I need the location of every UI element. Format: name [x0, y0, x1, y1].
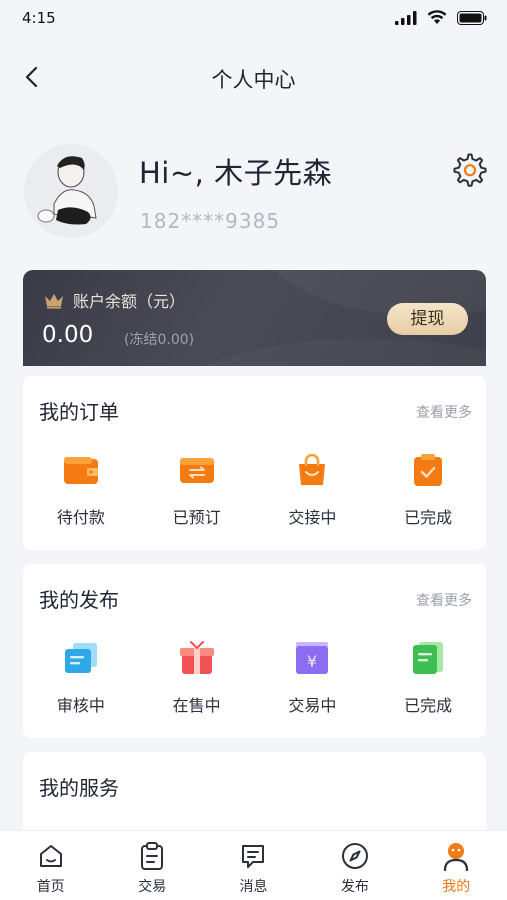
order-item-label: 待付款: [56, 508, 105, 527]
post-item-trading[interactable]: ¥ 交易中: [255, 640, 371, 716]
wallet-icon: [63, 457, 98, 484]
post-item-label: 交易中: [288, 696, 337, 715]
clipboard-check-icon: [414, 454, 443, 486]
orders-more-link[interactable]: 查看更多: [416, 402, 472, 422]
exchange-card-icon: [179, 458, 214, 483]
order-item-reserved[interactable]: 已预订: [139, 452, 255, 528]
orders-title: 我的订单: [39, 400, 119, 424]
post-item-label: 在售中: [172, 696, 221, 715]
balance-title-text: 账户余额（元）: [73, 292, 186, 311]
greeting-text: Hi~, 木子先森: [139, 156, 333, 190]
services-card: 我的服务: [23, 752, 486, 842]
post-item-reviewing[interactable]: 审核中: [23, 640, 139, 716]
tab-label: 我的: [442, 879, 471, 895]
order-item-label: 已预订: [172, 508, 221, 527]
green-book-icon: [413, 642, 444, 674]
tab-label: 交易: [138, 879, 167, 895]
order-item-pending-payment[interactable]: 待付款: [23, 452, 139, 528]
posts-card: 我的发布 查看更多 审核中 在售中 ¥ 交易中 已完成: [23, 564, 486, 738]
gift-box-icon: [179, 641, 214, 674]
tab-label: 发布: [340, 879, 369, 895]
status-time: 4:15: [22, 9, 56, 27]
balance-frozen: (冻结0.00): [124, 332, 195, 348]
orders-items: 待付款 已预订 交接中 已完成: [23, 452, 486, 528]
yuan-card-icon: ¥: [296, 642, 329, 674]
status-bar: 4:15: [0, 0, 507, 36]
balance-amount: 0.00: [42, 322, 94, 348]
document-stack-icon: [64, 643, 97, 673]
profile-header: Hi~, 木子先森 182****9385: [24, 144, 490, 240]
message-icon: [242, 845, 265, 868]
status-icons: [395, 10, 487, 25]
balance-card: 账户余额（元） 0.00 (冻结0.00) 提现: [23, 270, 486, 366]
tab-label: 首页: [36, 879, 65, 895]
avatar[interactable]: [24, 144, 118, 238]
post-item-on-sale[interactable]: 在售中: [139, 640, 255, 716]
services-title: 我的服务: [39, 776, 119, 800]
tab-mine[interactable]: 我的: [406, 831, 507, 900]
shopping-bag-icon: [299, 453, 326, 485]
home-icon: [39, 845, 62, 867]
withdraw-button[interactable]: 提现: [387, 303, 468, 335]
tab-home[interactable]: 首页: [0, 831, 101, 900]
post-item-completed[interactable]: 已完成: [370, 640, 486, 716]
svg-text:¥: ¥: [307, 652, 317, 671]
tab-label: 消息: [239, 879, 268, 895]
crown-icon: [45, 294, 63, 309]
posts-title: 我的发布: [39, 588, 119, 612]
post-item-label: 已完成: [404, 696, 453, 715]
wifi-icon: [427, 10, 447, 24]
orders-card: 我的订单 查看更多 待付款 已预订 交接中 已完成: [23, 376, 486, 550]
signal-icon: [395, 10, 417, 25]
settings-button[interactable]: [450, 150, 490, 190]
balance-title: 账户余额（元）: [43, 288, 185, 312]
clipboard-icon: [141, 842, 164, 870]
tab-trade[interactable]: 交易: [101, 831, 202, 900]
page-title: 个人中心: [211, 68, 296, 92]
tab-publish[interactable]: 发布: [304, 831, 405, 900]
avatar-illustration: [24, 144, 118, 238]
user-icon: [444, 843, 469, 871]
phone-number: 182****9385: [140, 209, 281, 233]
posts-more-link[interactable]: 查看更多: [416, 590, 472, 610]
post-item-label: 审核中: [56, 696, 105, 715]
order-item-handover[interactable]: 交接中: [255, 452, 371, 528]
order-item-completed[interactable]: 已完成: [370, 452, 486, 528]
posts-items: 审核中 在售中 ¥ 交易中 已完成: [23, 640, 486, 716]
nav-bar: 个人中心: [0, 50, 507, 104]
battery-icon: [457, 10, 487, 25]
order-item-label: 交接中: [288, 508, 337, 527]
bottom-tab-bar: 首页 交易 消息 发布 我的: [0, 830, 507, 900]
compass-icon: [341, 843, 368, 869]
tab-messages[interactable]: 消息: [203, 831, 304, 900]
gear-icon: [453, 153, 487, 187]
order-item-label: 已完成: [404, 508, 453, 527]
